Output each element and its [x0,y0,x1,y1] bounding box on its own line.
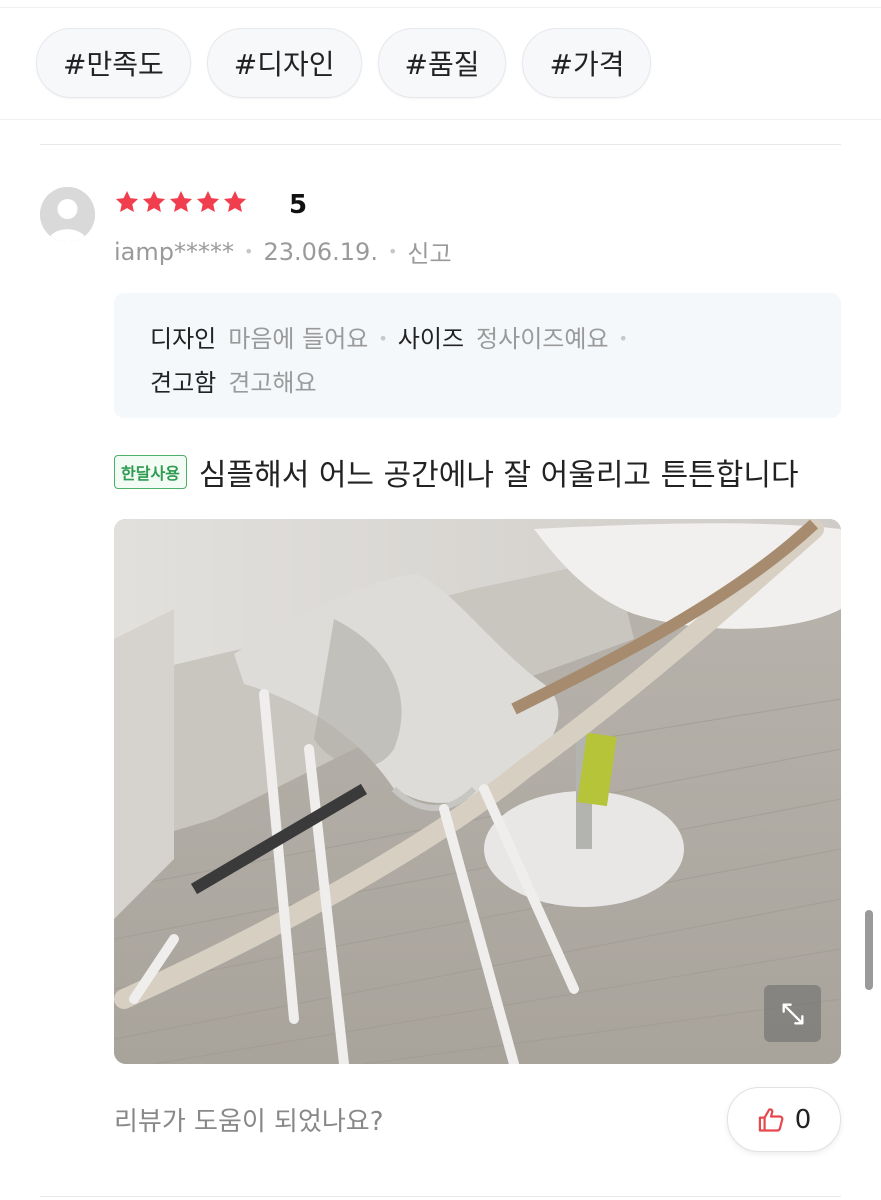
attribute-key-size: 사이즈 [397,325,465,353]
helpful-count: 0 [794,1104,812,1135]
star-icon [115,190,139,212]
default-avatar-icon [40,187,95,242]
tag-chip-quality[interactable]: #품질 [377,28,507,98]
usage-period-badge: 한달사용 [114,455,187,489]
star-rating [114,189,248,215]
attribute-key-design: 디자인 [150,325,217,353]
report-link[interactable]: 신고 [407,234,451,269]
star-icon [196,190,220,212]
attribute-value-size: 정사이즈예요 [476,325,609,353]
star-icon [142,190,166,212]
expand-icon [782,1003,803,1024]
top-divider [0,0,881,8]
helpful-like-button[interactable]: 0 [727,1087,841,1152]
attribute-key-sturdiness: 견고함 [150,369,217,397]
tag-chip-design[interactable]: #디자인 [206,28,362,98]
tag-chip-satisfaction[interactable]: #만족도 [36,28,191,98]
section-separator [0,119,881,120]
helpful-question: 리뷰가 도움이 되었나요? [114,1107,384,1137]
meta-separator: • [387,242,398,261]
attribute-separator: • [618,329,628,348]
reviewer-name: iamp***** [114,237,234,266]
review-text: 심플해서 어느 공간에나 잘 어울리고 튼튼합니다 [198,458,799,493]
avatar [40,187,95,242]
review-divider [40,144,841,145]
review-attributes: 디자인 마음에 들어요 • 사이즈 정사이즈예요 • 견고함 견고해요 [114,293,841,418]
attribute-line: 디자인 마음에 들어요 • 사이즈 정사이즈예요 • [150,317,805,361]
star-icon [169,190,193,212]
attribute-value-sturdiness: 견고해요 [228,369,317,397]
attribute-separator: • [378,329,388,348]
meta-separator: • [244,242,254,261]
review-photo[interactable] [114,519,841,1064]
chair-photo-illustration [114,519,841,1064]
bottom-divider [40,1196,841,1197]
review-date: 23.06.19. [263,237,378,266]
scrollbar[interactable] [865,910,873,990]
review-body: 한달사용 심플해서 어느 공간에나 잘 어울리고 튼튼합니다 [114,450,799,494]
attribute-value-design: 마음에 들어요 [228,325,369,353]
rating-value: 5 [289,190,308,220]
attribute-line: 견고함 견고해요 [150,361,805,405]
tag-chip-price[interactable]: #가격 [522,28,652,98]
review-meta: iamp***** • 23.06.19. • 신고 [114,234,452,269]
thumbs-up-icon [758,1107,784,1132]
star-icon [223,190,247,212]
expand-photo-button[interactable] [764,985,821,1042]
tag-filter-row: #만족도 #디자인 #품질 #가격 [36,28,652,98]
